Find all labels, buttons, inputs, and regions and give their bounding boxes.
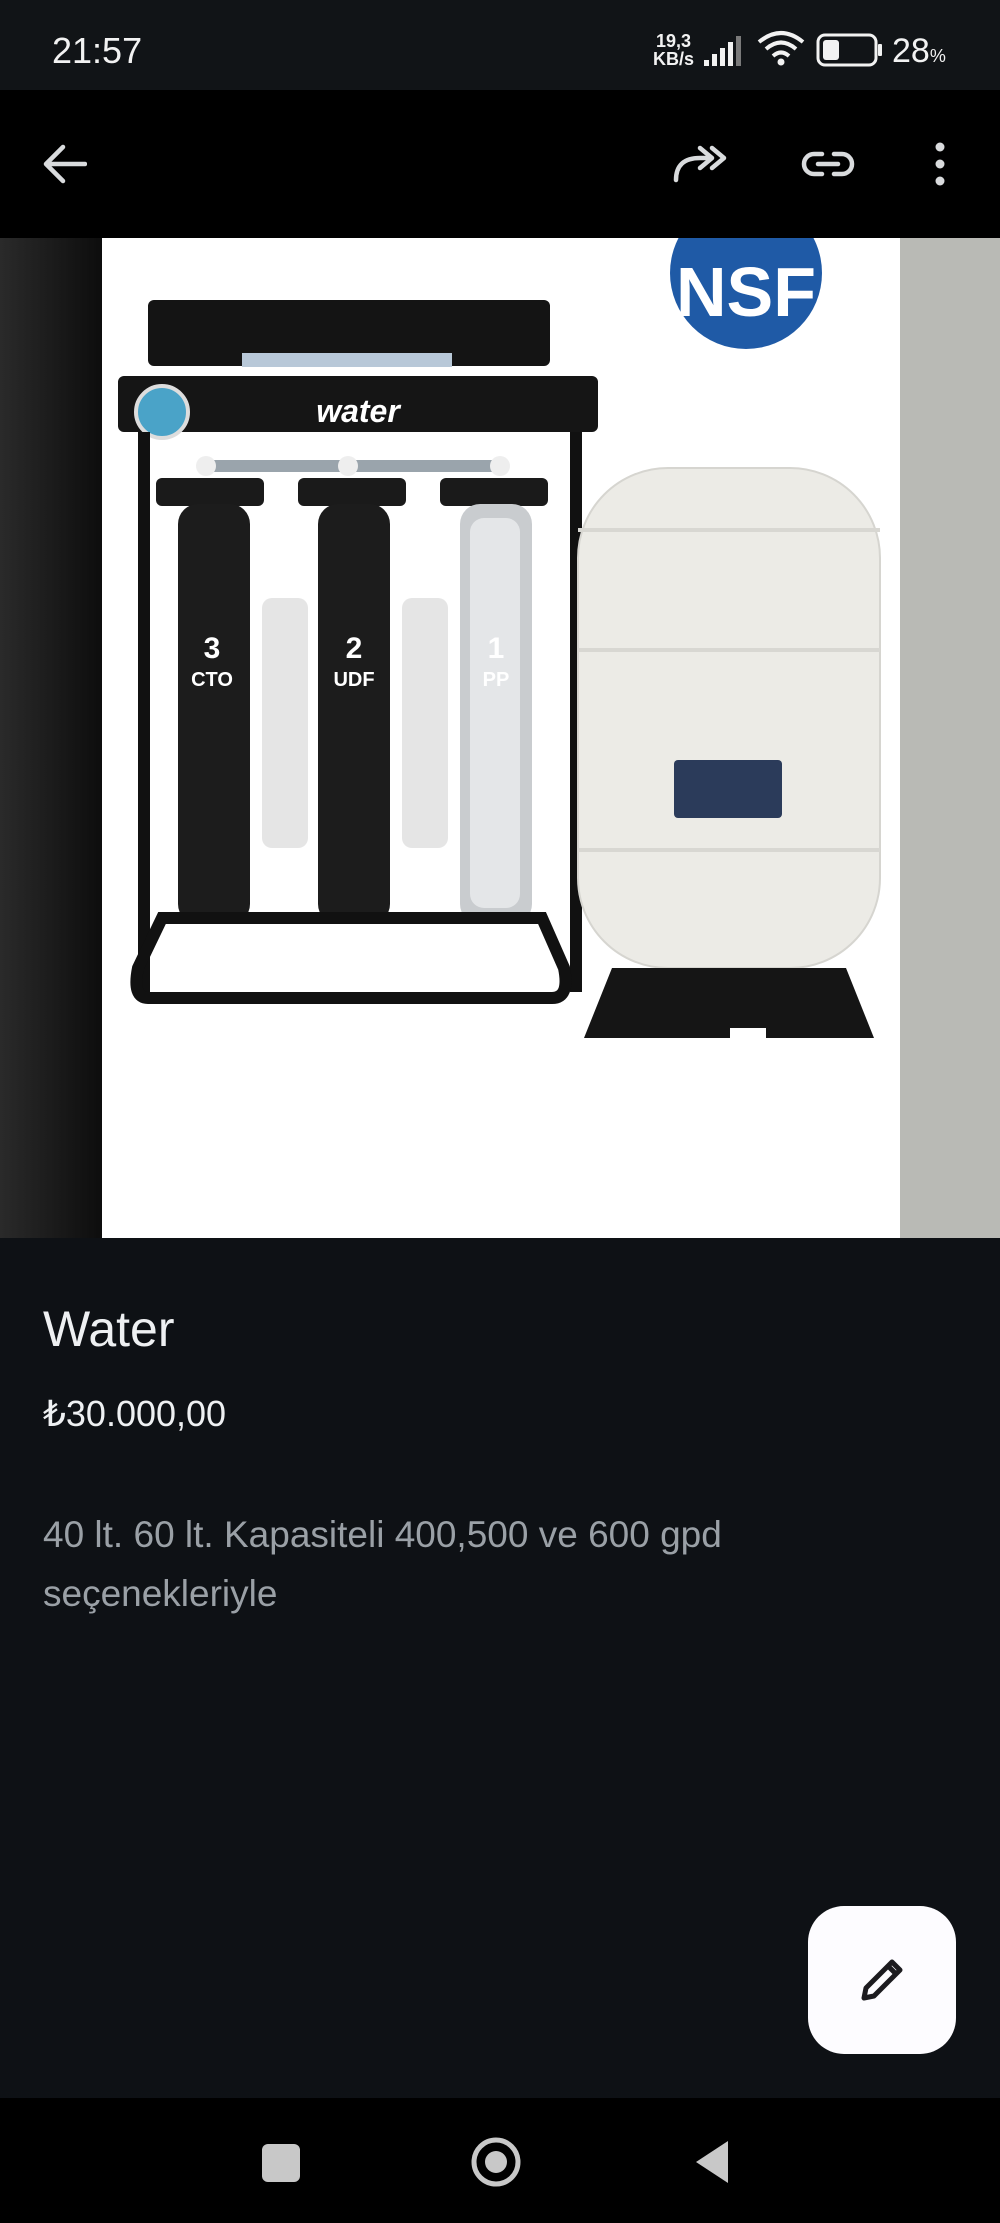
battery-percent: 28% [892,32,946,71]
network-speed-value: 19,3 [655,31,692,51]
product-price: ₺30.000,00 [43,1393,227,1434]
cell-signal-icon [704,36,741,66]
brand-text: water [316,393,401,429]
more-options-button[interactable] [900,124,980,204]
back-triangle-icon [696,2141,728,2183]
wifi-icon [757,31,805,66]
more-vert-icon [935,142,945,186]
back-nav-button[interactable] [692,2138,732,2186]
product-description: 40 lt. 60 lt. Kapasiteli 400,500 ve 600 … [43,1514,722,1614]
product-title: Water [43,1301,175,1357]
product-image: NSF water 3 CTO 2 UDF 1 PP [102,238,900,1238]
link-icon [801,151,855,177]
recents-button[interactable] [262,2144,300,2182]
edit-button[interactable] [808,1906,956,2054]
status-time: 21:57 [52,30,143,71]
network-speed-unit: KB/s [653,49,695,69]
status-bar: 21:57 19,3 KB/s 28% [0,0,1000,90]
copy-link-button[interactable] [788,124,868,204]
previous-image-peek [0,238,102,1238]
share-arrow-icon [673,145,727,183]
filter-2-code: UDF [333,669,374,691]
system-nav-bar [0,2098,1000,2223]
home-button[interactable] [470,2136,522,2188]
share-button[interactable] [660,124,740,204]
filter-1-number: 1 [488,632,505,665]
filter-1-code: PP [483,669,510,691]
battery-percent-value: 28 [892,32,930,70]
battery-icon [816,33,882,67]
next-image-peek [900,238,1000,1238]
filter-3-code: CTO [191,669,233,691]
filter-3-number: 3 [204,632,221,665]
product-image-carousel[interactable]: NSF water 3 CTO 2 UDF 1 PP [0,238,1000,1238]
network-speed: 19,3 KB/s [653,32,694,68]
app-bar [0,90,1000,238]
home-circle-icon [471,2137,521,2187]
filter-2-number: 2 [346,632,363,665]
back-button[interactable] [24,124,104,204]
battery-percent-sign: % [929,46,946,66]
edit-pencil-icon [861,1959,903,2001]
arrow-left-icon [43,144,87,184]
nsf-badge-text: NSF [676,253,816,331]
